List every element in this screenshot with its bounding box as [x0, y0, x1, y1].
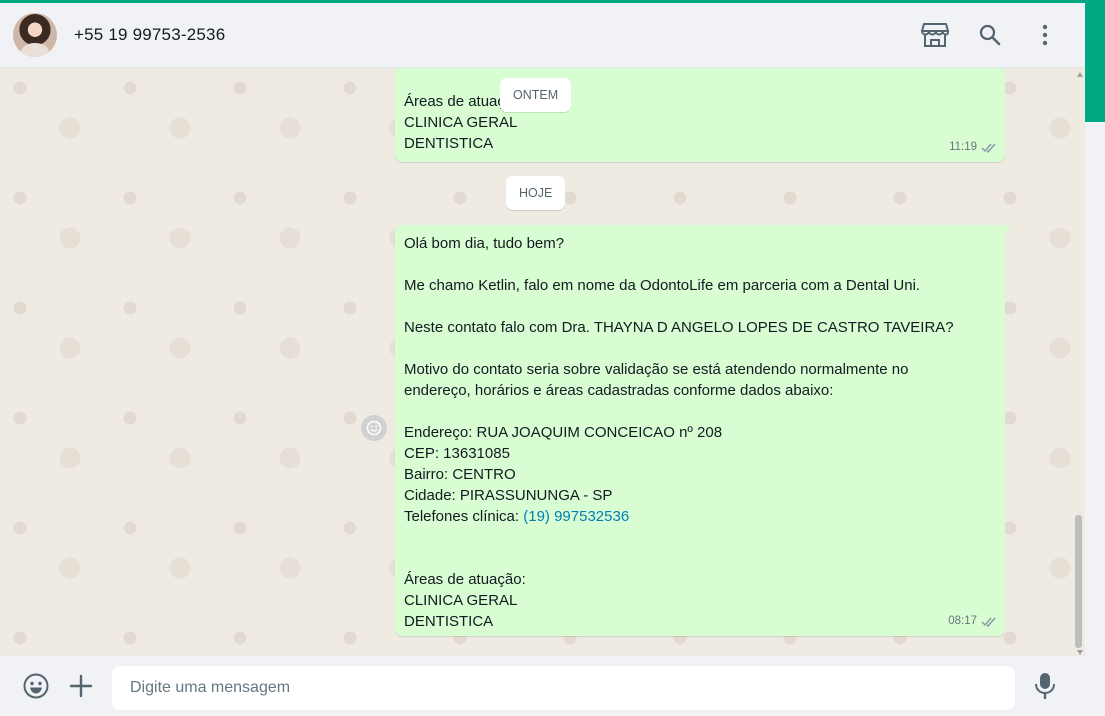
message-line: CLINICA GERAL: [404, 592, 518, 609]
compose-bar: [0, 656, 1085, 716]
contact-avatar[interactable]: [13, 13, 57, 57]
emoji-icon[interactable]: [20, 670, 52, 702]
smiley-icon: [366, 420, 382, 436]
scroll-up-arrow[interactable]: [1077, 72, 1083, 77]
message-line: Áreas de atuaç: [404, 93, 505, 110]
double-check-icon: [981, 617, 996, 627]
message-line: CEP: 13631085: [404, 445, 510, 462]
message-time: 11:19: [949, 141, 977, 153]
message-line: Neste contato falo com Dra. THAYNA D ANG…: [404, 319, 954, 336]
chat-panel[interactable]: Áreas de atuaç CLINICA GERAL DENTISTICA …: [0, 68, 1085, 656]
scroll-down-arrow[interactable]: [1077, 650, 1083, 655]
message-line: [404, 401, 996, 422]
contact-name[interactable]: +55 19 99753-2536: [74, 25, 225, 45]
attach-plus-icon[interactable]: [65, 670, 97, 702]
message-line: Áreas de atuação:: [404, 571, 526, 588]
message-line: [404, 338, 996, 359]
catalog-store-icon[interactable]: [920, 20, 950, 50]
message-line: CLINICA GERAL: [404, 114, 518, 131]
search-icon[interactable]: [975, 20, 1005, 50]
message-line: Bairro: CENTRO: [404, 466, 516, 483]
message-line: [404, 296, 996, 317]
message-line: [404, 254, 996, 275]
double-check-icon: [981, 143, 996, 153]
menu-dots-icon[interactable]: [1030, 20, 1060, 50]
date-chip-ontem: ONTEM: [500, 78, 572, 112]
phone-line: Telefones clínica: (19) 997532536: [404, 506, 996, 527]
phone-label: Telefones clínica:: [404, 508, 524, 525]
message-line: Olá bom dia, tudo bem?: [404, 235, 565, 252]
phone-link[interactable]: (19) 997532536: [523, 508, 629, 525]
message-line: Cidade: PIRASSUNUNGA - SP: [404, 487, 613, 504]
message-line: Motivo do contato seria sobre validação …: [404, 361, 909, 378]
message-meta: 08:17: [948, 611, 997, 632]
message-time: 08:17: [948, 615, 977, 627]
message-line: DENTISTICA: [404, 613, 494, 630]
message-meta: 11:19: [949, 137, 997, 158]
chat-scrollbar[interactable]: [1075, 515, 1082, 648]
window-side-strip: [1085, 3, 1105, 716]
date-chip-hoje: HOJE: [506, 176, 566, 210]
chat-header: +55 19 99753-2536: [0, 3, 1085, 68]
side-accent: [1085, 3, 1105, 122]
message-line: Me chamo Ketlin, falo em nome da OdontoL…: [404, 277, 921, 294]
message-line: Endereço: RUA JOAQUIM CONCEICAO nº 208: [404, 424, 723, 441]
message-input[interactable]: [112, 666, 1015, 710]
outgoing-message-previous[interactable]: Áreas de atuaç CLINICA GERAL DENTISTICA …: [395, 68, 1005, 162]
message-line: DENTISTICA: [404, 135, 494, 152]
reaction-emoji-button[interactable]: [361, 415, 387, 441]
bubble-tail: [1004, 225, 1012, 234]
message-line: endereço, horários e áreas cadastradas c…: [404, 382, 834, 399]
microphone-icon[interactable]: [1029, 670, 1061, 702]
outgoing-message[interactable]: Olá bom dia, tudo bem? Me chamo Ketlin, …: [395, 225, 1012, 636]
